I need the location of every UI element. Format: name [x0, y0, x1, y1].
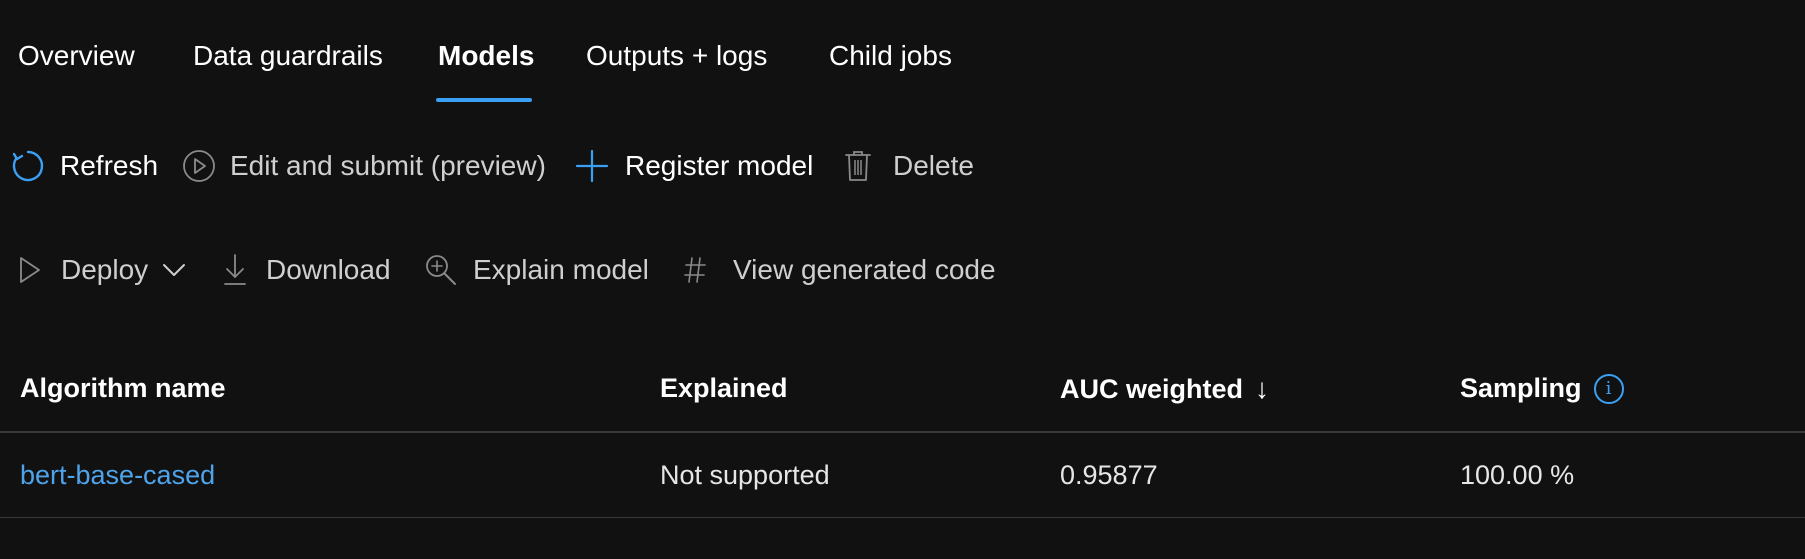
- explain-model-button[interactable]: Explain model: [424, 245, 649, 295]
- column-header-label: Algorithm name: [20, 373, 226, 403]
- info-icon[interactable]: i: [1593, 373, 1624, 404]
- refresh-label: Refresh: [60, 150, 159, 181]
- register-model-button[interactable]: Register model: [575, 141, 813, 191]
- sort-descending-icon: ↓: [1255, 373, 1270, 404]
- tab-child-jobs[interactable]: Child jobs: [829, 40, 952, 72]
- hash-icon: [683, 255, 707, 285]
- column-header-algorithm-name[interactable]: Algorithm name: [20, 373, 226, 404]
- column-header-label: Sampling: [1460, 373, 1582, 403]
- column-header-auc-weighted[interactable]: AUC weighted ↓: [1060, 373, 1269, 405]
- view-generated-code-button[interactable]: View generated code: [683, 245, 996, 295]
- row-divider: [0, 517, 1805, 518]
- refresh-button[interactable]: Refresh: [10, 141, 158, 191]
- tab-data-guardrails[interactable]: Data guardrails: [193, 40, 383, 72]
- column-header-explained[interactable]: Explained: [660, 373, 788, 404]
- deploy-button[interactable]: Deploy: [18, 245, 186, 295]
- algorithm-name-link[interactable]: bert-base-cased: [20, 460, 215, 491]
- play-outline-icon: [18, 255, 42, 285]
- plus-icon: [575, 149, 609, 183]
- download-button[interactable]: Download: [222, 245, 391, 295]
- active-tab-indicator: [436, 98, 532, 102]
- play-circle-icon: [182, 149, 216, 183]
- register-model-label: Register model: [625, 150, 814, 181]
- auc-weighted-cell: 0.95877: [1060, 460, 1158, 490]
- column-header-sampling[interactable]: Sampling i: [1460, 373, 1624, 404]
- edit-and-submit-button[interactable]: Edit and submit (preview): [182, 141, 546, 191]
- tab-bar: Overview Data guardrails Models Outputs …: [0, 0, 1000, 104]
- trash-icon: [843, 149, 873, 183]
- download-label: Download: [266, 254, 391, 285]
- download-icon: [222, 253, 248, 287]
- primary-toolbar: Refresh Edit and submit (preview) Regist…: [0, 141, 1200, 191]
- column-header-label: Explained: [660, 373, 788, 403]
- column-header-label: AUC weighted: [1060, 373, 1244, 404]
- edit-and-submit-label: Edit and submit (preview): [230, 150, 546, 181]
- model-actions-toolbar: Deploy Download Explain model View gener…: [0, 245, 1200, 295]
- header-divider: [0, 431, 1805, 433]
- explain-model-label: Explain model: [473, 254, 649, 285]
- explained-cell: Not supported: [660, 460, 830, 490]
- tab-outputs-logs[interactable]: Outputs + logs: [586, 40, 767, 72]
- delete-button[interactable]: Delete: [843, 141, 974, 191]
- sampling-cell: 100.00 %: [1460, 460, 1575, 490]
- chevron-down-icon: [162, 262, 186, 278]
- zoom-in-icon: [424, 253, 458, 287]
- models-page: Overview Data guardrails Models Outputs …: [0, 0, 1805, 559]
- refresh-icon: [10, 148, 46, 184]
- deploy-label: Deploy: [61, 254, 149, 285]
- delete-label: Delete: [893, 150, 974, 181]
- view-generated-code-label: View generated code: [733, 254, 996, 285]
- tab-models[interactable]: Models: [438, 40, 534, 72]
- tab-overview[interactable]: Overview: [18, 40, 135, 72]
